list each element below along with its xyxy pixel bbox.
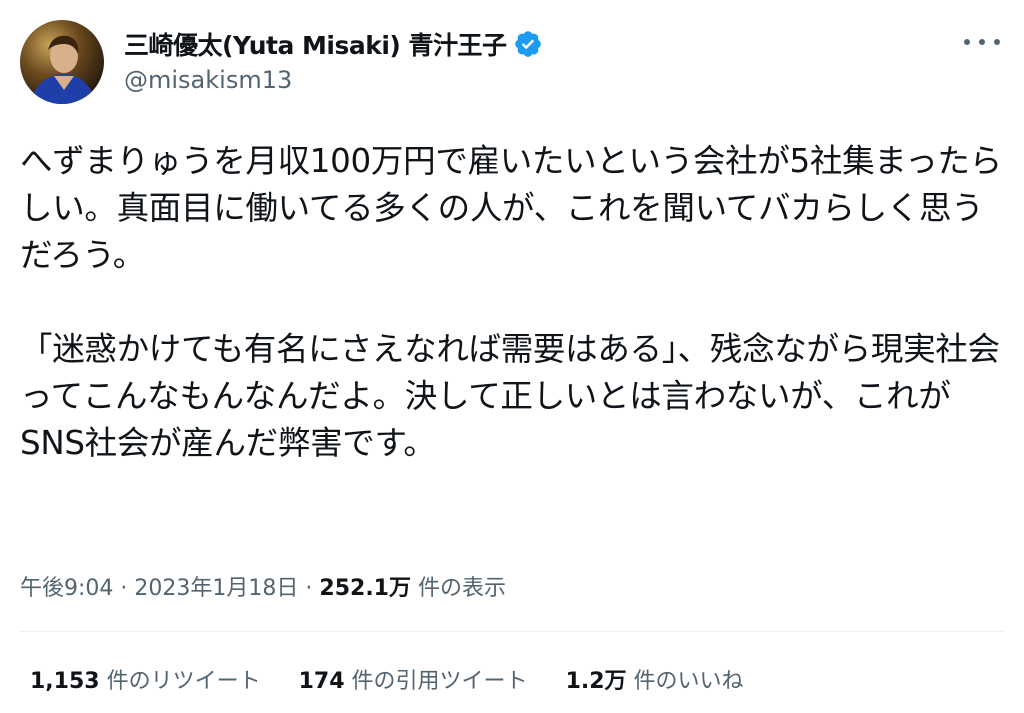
tweet-date[interactable]: 2023年1月18日	[134, 576, 298, 601]
more-dot	[964, 39, 970, 45]
views-count: 252.1万	[319, 576, 411, 601]
likes-count: 1.2万	[565, 669, 627, 694]
author-header: 三崎優太(Yuta Misaki) 青汁王子 @misakism13	[124, 26, 543, 94]
tweet-time[interactable]: 午後9:04	[20, 576, 113, 601]
more-options-icon[interactable]	[964, 32, 1000, 52]
quotes-label: 件の引用ツイート	[351, 669, 528, 694]
tweet-text: へずまりゅうを月収100万円で雇いたいという会社が5社集まったらしい。真面目に働…	[20, 142, 1002, 462]
retweets-count: 1,153	[30, 669, 100, 694]
divider	[20, 631, 1004, 632]
verified-badge-icon	[514, 31, 541, 57]
meta-separator: ·	[120, 576, 128, 601]
more-dot	[979, 39, 985, 45]
meta-separator: ·	[305, 576, 313, 601]
likes-stat[interactable]: 1.2万 件のいいね	[566, 663, 744, 695]
tweet-meta: 午後9:04 · 2023年1月18日 · 252.1万 件の表示	[20, 570, 506, 602]
more-dot	[994, 39, 1000, 45]
author-name-row: 三崎優太(Yuta Misaki) 青汁王子	[124, 26, 543, 62]
avatar[interactable]	[20, 20, 104, 104]
tweet-card: 三崎優太(Yuta Misaki) 青汁王子 @misakism13 へずまりゅ…	[0, 0, 1024, 713]
quotes-count: 174	[298, 669, 345, 694]
author-display-name[interactable]: 三崎優太(Yuta Misaki) 青汁王子	[124, 26, 507, 62]
quotes-stat[interactable]: 174 件の引用ツイート	[299, 663, 528, 695]
likes-label: 件のいいね	[633, 669, 744, 694]
author-handle[interactable]: @misakism13	[124, 66, 543, 94]
engagement-stats: 1,153 件のリツイート 174 件の引用ツイート 1.2万 件のいいね	[30, 663, 782, 695]
views-label: 件の表示	[417, 576, 506, 601]
retweets-stat[interactable]: 1,153 件のリツイート	[30, 663, 261, 695]
retweets-label: 件のリツイート	[106, 669, 261, 694]
